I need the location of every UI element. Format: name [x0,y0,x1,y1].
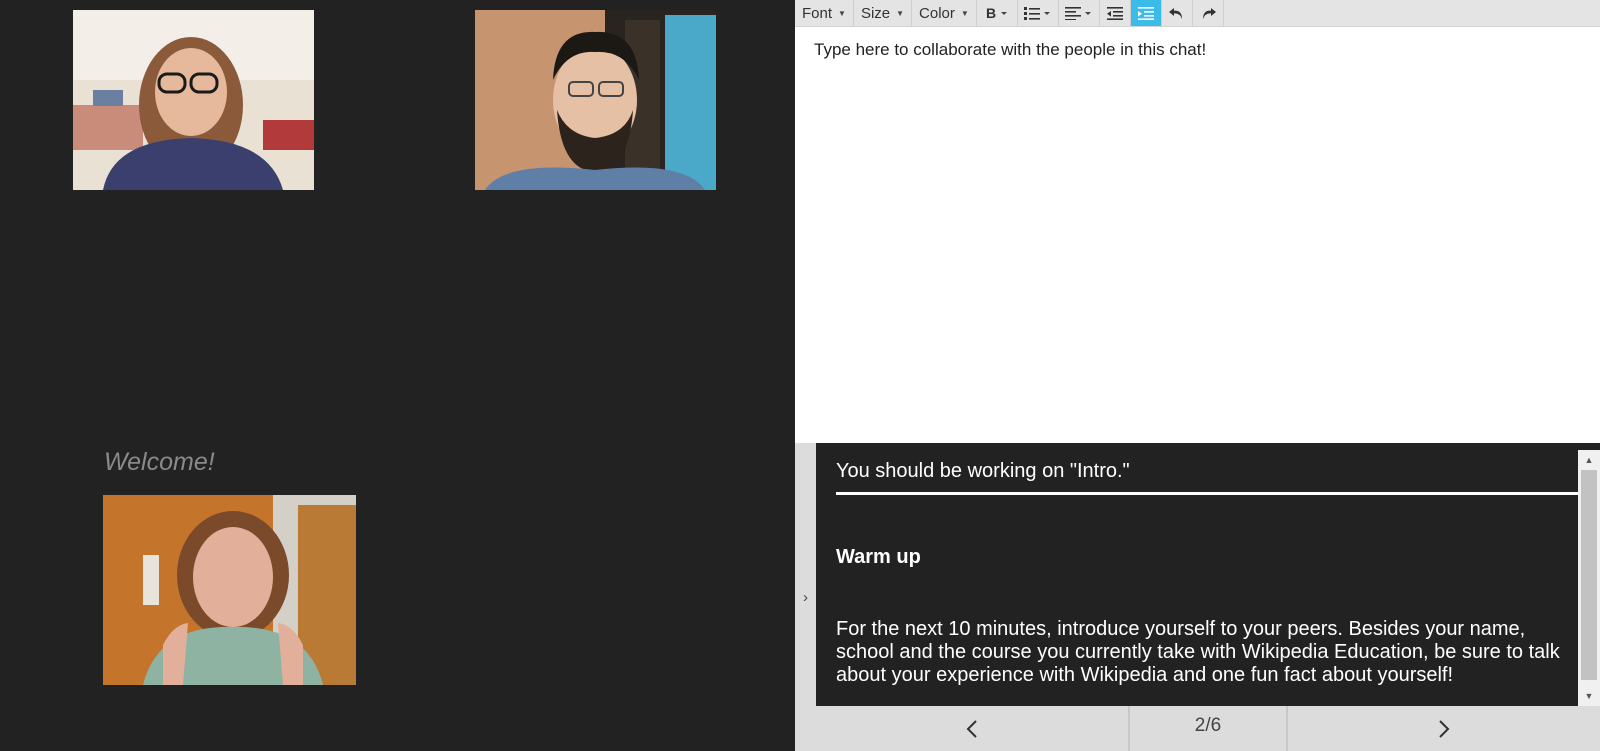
task-panel: You should be working on "Intro." Warm u… [816,450,1578,706]
align-left-icon [1064,7,1091,20]
participant-video-2[interactable] [475,10,716,190]
collab-editor: Font ▼ Size ▼ Color ▼ B Type here to col… [795,0,1600,443]
editor-toolbar: Font ▼ Size ▼ Color ▼ B [795,0,1600,27]
self-video[interactable] [103,495,356,685]
task-heading: Warm up [836,546,921,568]
size-label: Size [860,4,891,22]
size-dropdown[interactable]: Size ▼ [854,0,913,26]
font-dropdown[interactable]: Font ▼ [795,0,854,26]
scrollbar-thumb[interactable] [1581,470,1597,680]
task-scrollbar[interactable]: ▲ ▼ [1578,450,1600,706]
task-pager: 2/6 [816,706,1600,751]
panel-collapse-toggle[interactable]: › [795,443,816,751]
chevron-down-icon: ▼ [960,8,969,18]
bold-button[interactable]: B [977,0,1018,26]
chevron-down-icon: ▼ [896,8,905,18]
task-status: You should be working on "Intro." [836,460,1130,482]
participant-video-1[interactable] [73,10,314,190]
page-indicator: 2/6 [1130,706,1288,751]
redo-icon [1202,8,1216,19]
divider [836,492,1578,495]
indent-button[interactable] [1130,0,1162,26]
color-label: Color [919,4,955,22]
scroll-up-icon[interactable]: ▲ [1578,452,1600,468]
video-area: Welcome! [0,0,795,751]
previous-page-button[interactable] [816,706,1130,751]
color-dropdown[interactable]: Color ▼ [912,0,977,26]
editor-text-area[interactable]: Type here to collaborate with the people… [814,40,1580,60]
chevron-left-icon [966,719,977,738]
svg-text:B: B [986,6,996,20]
welcome-text: Welcome! [104,448,215,476]
chevron-right-icon [1439,719,1450,738]
chevron-down-icon: ▼ [838,8,846,18]
chevron-right-icon: › [803,588,808,606]
undo-button[interactable] [1162,0,1193,26]
align-button[interactable] [1059,0,1100,26]
outdent-button[interactable] [1100,0,1131,26]
outdent-icon [1106,7,1123,20]
app-root: Welcome! Font ▼ Size ▼ Color ▼ B Type he… [0,0,1600,751]
redo-button[interactable] [1193,0,1224,26]
list-button[interactable] [1018,0,1059,26]
font-label: Font [802,4,833,22]
bold-icon: B [986,6,1007,20]
bullet-list-icon [1023,7,1050,20]
next-page-button[interactable] [1288,706,1600,751]
undo-icon [1168,8,1182,19]
scroll-down-icon[interactable]: ▼ [1578,688,1600,704]
indent-icon [1137,7,1154,20]
task-description: For the next 10 minutes, introduce yours… [836,618,1560,686]
